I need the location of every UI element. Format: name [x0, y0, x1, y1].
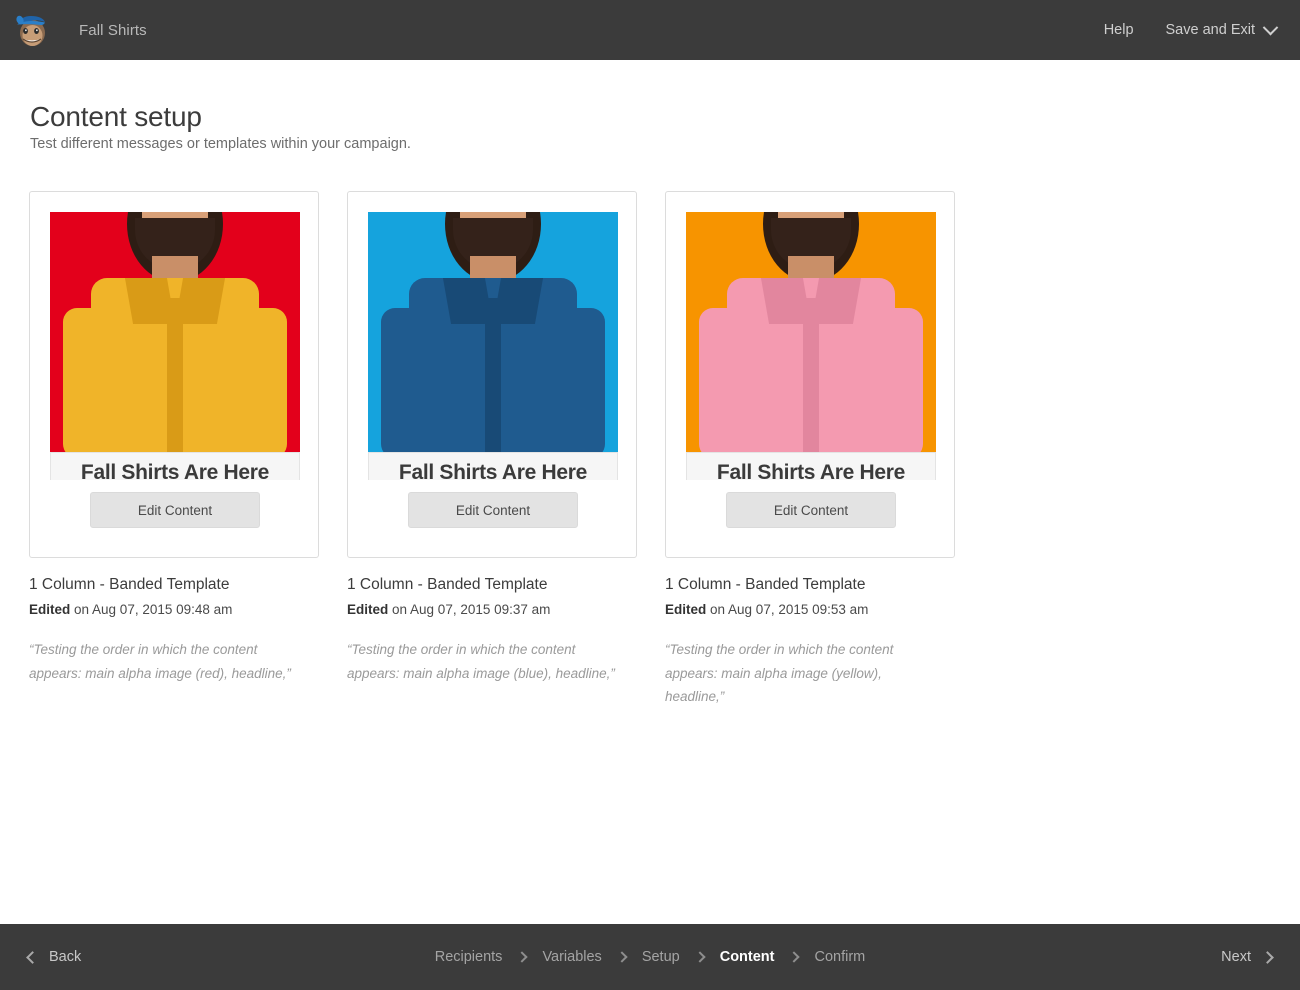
template-variation-column: Fall Shirts Are Here Edit Content 1 Colu… — [665, 191, 955, 709]
wizard-step-variables[interactable]: Variables — [526, 949, 617, 965]
edit-content-button[interactable]: Edit Content — [408, 492, 578, 528]
next-label: Next — [1221, 949, 1251, 965]
preview-headline-band: Fall Shirts Are Here — [50, 452, 300, 480]
save-and-exit-label: Save and Exit — [1165, 22, 1255, 38]
campaign-title: Fall Shirts — [79, 21, 147, 39]
email-preview: Fall Shirts Are Here — [686, 212, 936, 480]
wizard-footer: Back Recipients Variables Setup Content … — [0, 924, 1300, 990]
template-name: 1 Column - Banded Template — [665, 576, 866, 593]
template-metadata: 1 Column - Banded Template Edited on Aug… — [347, 576, 637, 685]
preview-headline-text: Fall Shirts Are Here — [716, 461, 906, 480]
email-preview: Fall Shirts Are Here — [50, 212, 300, 480]
template-preview-card[interactable]: Fall Shirts Are Here Edit Content — [665, 191, 955, 558]
template-name: 1 Column - Banded Template — [29, 576, 230, 593]
edited-date: on Aug 07, 2015 09:37 am — [388, 602, 551, 617]
edit-content-button[interactable]: Edit Content — [90, 492, 260, 528]
edited-label: Edited — [29, 602, 71, 617]
edited-label: Edited — [665, 602, 707, 617]
variation-note: “Testing the order in which the content … — [347, 642, 615, 681]
help-link[interactable]: Help — [1088, 22, 1150, 38]
next-button[interactable]: Next — [1221, 949, 1274, 965]
template-name: 1 Column - Banded Template — [347, 576, 548, 593]
back-label: Back — [49, 949, 82, 965]
wizard-step-recipients[interactable]: Recipients — [419, 949, 519, 965]
variation-note: “Testing the order in which the content … — [665, 642, 894, 705]
save-and-exit-menu[interactable]: Save and Exit — [1150, 19, 1300, 38]
model-placket — [803, 298, 819, 452]
variation-note: “Testing the order in which the content … — [29, 642, 291, 681]
template-variation-list: Fall Shirts Are Here Edit Content 1 Colu… — [29, 191, 955, 709]
top-navigation-bar: Fall Shirts Help Save and Exit — [0, 0, 1300, 60]
chevron-left-icon — [26, 950, 39, 964]
content-setup-page: Content setup Test different messages or… — [0, 60, 1300, 924]
hero-photo — [50, 212, 300, 452]
edited-date: on Aug 07, 2015 09:48 am — [70, 602, 233, 617]
back-button[interactable]: Back — [26, 949, 82, 965]
preview-headline-text: Fall Shirts Are Here — [80, 461, 270, 480]
preview-headline-text: Fall Shirts Are Here — [398, 461, 588, 480]
edit-content-button[interactable]: Edit Content — [726, 492, 896, 528]
hero-photo — [368, 212, 618, 452]
top-bar-actions: Help Save and Exit — [1088, 0, 1300, 60]
template-preview-card[interactable]: Fall Shirts Are Here Edit Content — [347, 191, 637, 558]
chevron-down-icon — [1262, 19, 1279, 35]
template-metadata: 1 Column - Banded Template Edited on Aug… — [665, 576, 955, 709]
template-variation-column: Fall Shirts Are Here Edit Content 1 Colu… — [347, 191, 637, 709]
model-placket — [485, 298, 501, 452]
preview-headline-band: Fall Shirts Are Here — [686, 452, 936, 480]
wizard-steps: Recipients Variables Setup Content Confi… — [0, 949, 1300, 965]
hero-photo — [686, 212, 936, 452]
wizard-step-content[interactable]: Content — [704, 949, 791, 965]
edited-timestamp: Edited on Aug 07, 2015 09:48 am — [29, 602, 319, 617]
template-preview-card[interactable]: Fall Shirts Are Here Edit Content — [29, 191, 319, 558]
wizard-step-confirm[interactable]: Confirm — [798, 949, 881, 965]
edited-timestamp: Edited on Aug 07, 2015 09:37 am — [347, 602, 637, 617]
page-subtitle: Test different messages or templates wit… — [30, 136, 411, 152]
template-metadata: 1 Column - Banded Template Edited on Aug… — [29, 576, 319, 685]
model-placket — [167, 298, 183, 452]
template-variation-column: Fall Shirts Are Here Edit Content 1 Colu… — [29, 191, 319, 709]
chevron-right-icon — [1261, 950, 1274, 964]
email-preview: Fall Shirts Are Here — [368, 212, 618, 480]
edited-date: on Aug 07, 2015 09:53 am — [706, 602, 869, 617]
wizard-step-setup[interactable]: Setup — [626, 949, 696, 965]
mailchimp-freddie-logo[interactable] — [10, 8, 54, 52]
preview-headline-band: Fall Shirts Are Here — [368, 452, 618, 480]
edited-label: Edited — [347, 602, 389, 617]
page-title: Content setup — [30, 101, 202, 132]
edited-timestamp: Edited on Aug 07, 2015 09:53 am — [665, 602, 955, 617]
